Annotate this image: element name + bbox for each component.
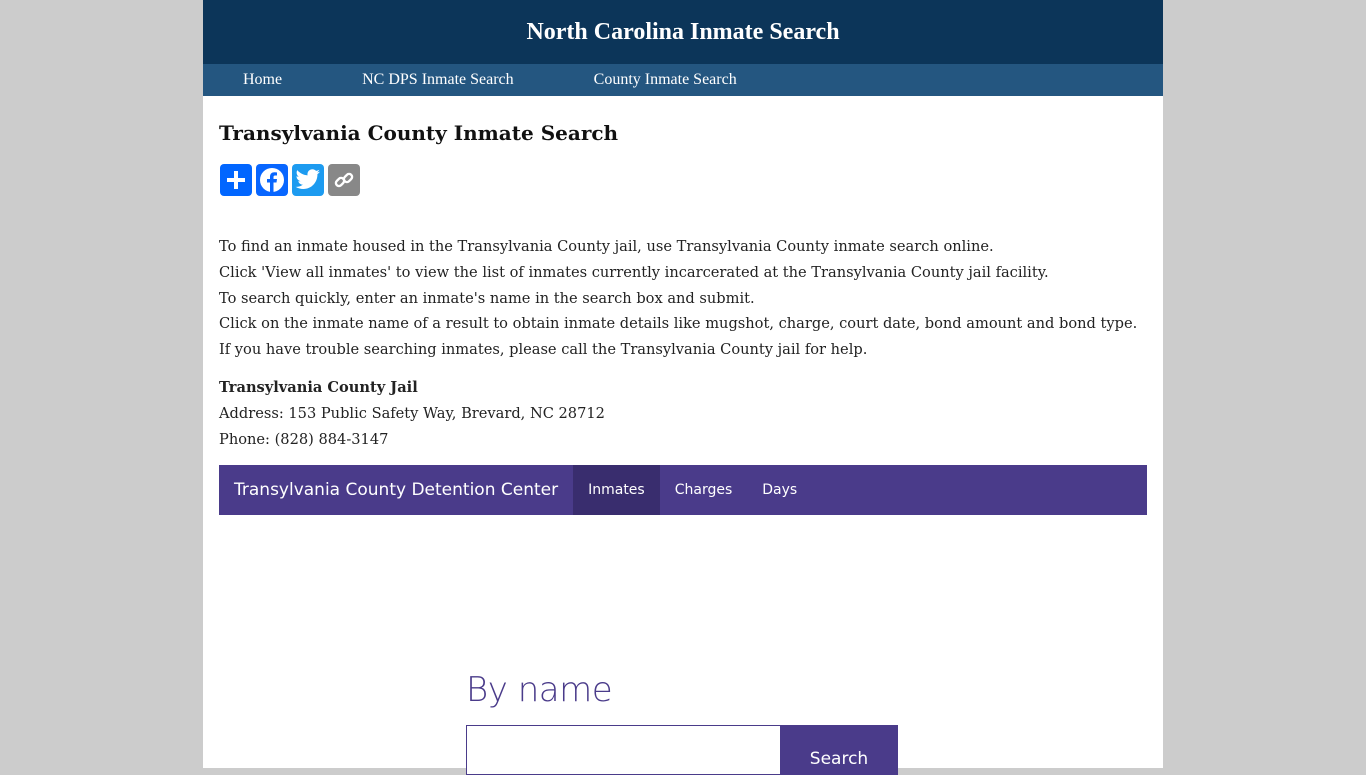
jail-info: Transylvania County Jail Address: 153 Pu… (219, 375, 605, 452)
nav-county-inmate-search[interactable]: County Inmate Search (594, 64, 737, 96)
top-nav: Home NC DPS Inmate Search County Inmate … (203, 64, 1163, 96)
detention-center-brand[interactable]: Transylvania County Detention Center (219, 465, 573, 515)
tab-inmates[interactable]: Inmates (573, 465, 660, 515)
intro-text: To find an inmate housed in the Transylv… (219, 234, 1137, 363)
site-header: North Carolina Inmate Search (203, 0, 1163, 64)
facebook-icon (260, 168, 284, 193)
share-add-button[interactable] (220, 164, 252, 196)
nav-home[interactable]: Home (243, 64, 282, 96)
jail-phone: Phone: (828) 884-3147 (219, 430, 389, 448)
intro-line: If you have trouble searching inmates, p… (219, 341, 868, 359)
twitter-icon (295, 169, 320, 189)
intro-line: Click on the inmate name of a result to … (219, 315, 1138, 333)
intro-line: To find an inmate housed in the Transylv… (219, 238, 994, 255)
intro-line: To search quickly, enter an inmate's nam… (219, 289, 755, 307)
link-icon (334, 172, 354, 188)
share-twitter-button[interactable] (292, 164, 324, 196)
search-heading: By name (466, 670, 613, 710)
site-title[interactable]: North Carolina Inmate Search (526, 19, 839, 45)
jail-address: Address: 153 Public Safety Way, Brevard,… (219, 404, 605, 422)
nav-nc-dps-inmate-search[interactable]: NC DPS Inmate Search (362, 64, 514, 96)
plus-icon (227, 171, 245, 189)
share-facebook-button[interactable] (256, 164, 288, 196)
intro-line: Click 'View all inmates' to view the lis… (219, 263, 1049, 281)
jail-name: Transylvania County Jail (219, 379, 418, 396)
tab-days[interactable]: Days (747, 465, 812, 515)
page-container: North Carolina Inmate Search Home NC DPS… (203, 0, 1163, 775)
tab-charges[interactable]: Charges (660, 465, 748, 515)
page-title: Transylvania County Inmate Search (219, 121, 619, 145)
detention-center-nav: Transylvania County Detention Center Inm… (219, 465, 1147, 515)
share-buttons (220, 164, 360, 196)
copy-link-button[interactable] (328, 164, 360, 196)
